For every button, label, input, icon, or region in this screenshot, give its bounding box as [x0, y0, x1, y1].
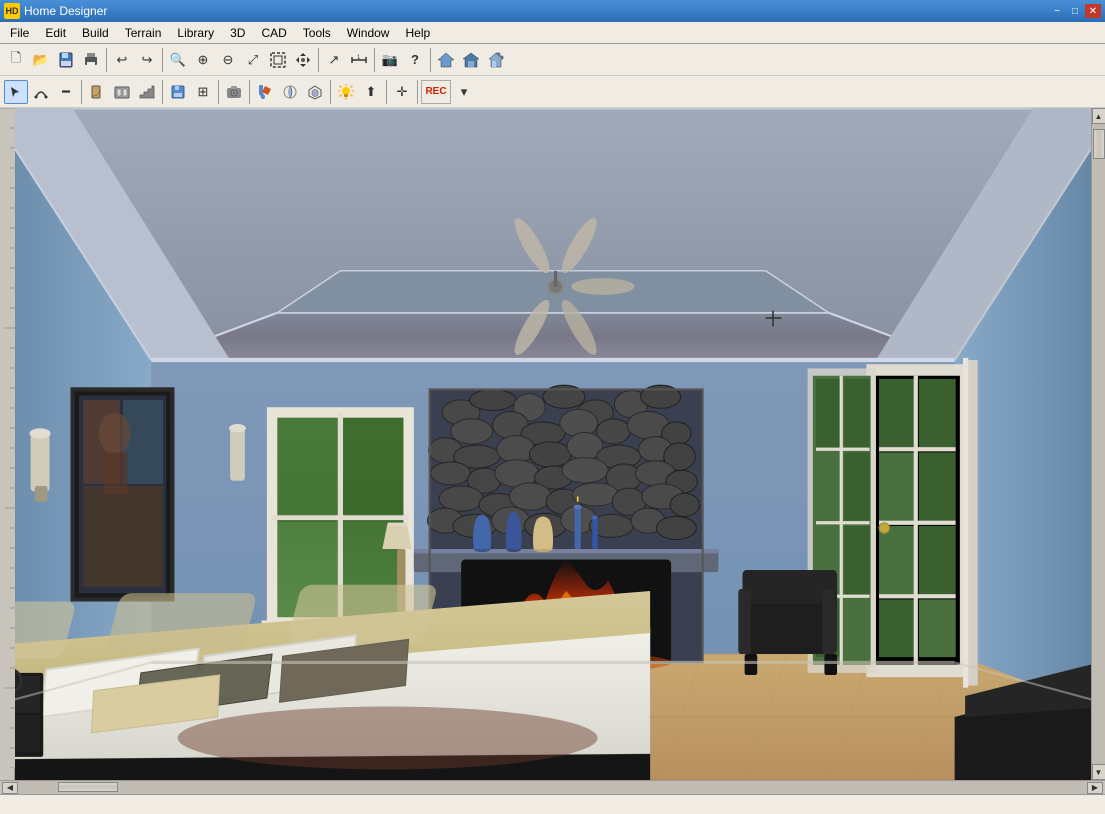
separator: [330, 80, 331, 104]
scroll-right-arrow[interactable]: ▶: [1087, 782, 1103, 794]
camera-button[interactable]: 📷: [378, 48, 402, 72]
main-area: ▲ ▼: [0, 108, 1105, 780]
menu-edit[interactable]: Edit: [37, 22, 74, 43]
camera3-button[interactable]: [222, 80, 246, 104]
window-controls: − □ ✕: [1049, 4, 1101, 18]
hscroll-track[interactable]: [18, 781, 1087, 794]
zoom-fit-button[interactable]: ⤢: [241, 48, 265, 72]
zoom-select-button[interactable]: [266, 48, 290, 72]
viewport[interactable]: [15, 108, 1091, 780]
minimize-button[interactable]: −: [1049, 4, 1065, 18]
house3-button[interactable]: [484, 48, 508, 72]
separator: [249, 80, 250, 104]
toolbar2: ━ ⊞ ⬆ ✛ REC ▾: [0, 76, 1105, 108]
menu-window[interactable]: Window: [339, 22, 398, 43]
arrow-button[interactable]: ↗: [322, 48, 346, 72]
scroll-track[interactable]: [1092, 124, 1105, 764]
separator: [162, 80, 163, 104]
ruler-left: [0, 108, 15, 780]
help-button[interactable]: ?: [403, 48, 427, 72]
material-button[interactable]: [278, 80, 302, 104]
room-scene: [15, 108, 1091, 780]
rec-dropdown[interactable]: ▾: [452, 80, 476, 104]
separator: [374, 48, 375, 72]
grid-button[interactable]: ⊞: [191, 80, 215, 104]
separator: [81, 80, 82, 104]
zoom-in-button[interactable]: ⊕: [191, 48, 215, 72]
scroll-down-arrow[interactable]: ▼: [1092, 764, 1105, 780]
close-button[interactable]: ✕: [1085, 4, 1101, 18]
paint-button[interactable]: [253, 80, 277, 104]
stairs-button[interactable]: [135, 80, 159, 104]
house2-button[interactable]: [459, 48, 483, 72]
menu-3d[interactable]: 3D: [222, 22, 253, 43]
maximize-button[interactable]: □: [1067, 4, 1083, 18]
menu-build[interactable]: Build: [74, 22, 117, 43]
save-button[interactable]: [54, 48, 78, 72]
scroll-left-arrow[interactable]: ◀: [2, 782, 18, 794]
house1-button[interactable]: [434, 48, 458, 72]
hscroll-thumb[interactable]: [58, 782, 118, 792]
print-button[interactable]: [79, 48, 103, 72]
zoom-out-button[interactable]: ⊖: [216, 48, 240, 72]
app-icon: HD: [4, 3, 20, 19]
scroll-thumb[interactable]: [1093, 129, 1105, 159]
save2-button[interactable]: [166, 80, 190, 104]
cabinet-button[interactable]: [110, 80, 134, 104]
open-button[interactable]: 📂: [29, 48, 53, 72]
statusbar: [0, 794, 1105, 814]
measure-button[interactable]: 1: [347, 48, 371, 72]
scroll-up-arrow[interactable]: ▲: [1092, 108, 1105, 124]
arc-button[interactable]: [29, 80, 53, 104]
redo-button[interactable]: ↪: [135, 48, 159, 72]
separator: [318, 48, 319, 72]
zoom-glass-button[interactable]: 🔍: [166, 48, 190, 72]
separator: [417, 80, 418, 104]
pan-button[interactable]: [291, 48, 315, 72]
menu-file[interactable]: File: [2, 22, 37, 43]
menu-library[interactable]: Library: [169, 22, 222, 43]
menu-help[interactable]: Help: [397, 22, 438, 43]
separator: [218, 80, 219, 104]
texture-button[interactable]: [303, 80, 327, 104]
door-button[interactable]: [85, 80, 109, 104]
new-button[interactable]: 🗋: [4, 48, 28, 72]
separator: [162, 48, 163, 72]
menu-tools[interactable]: Tools: [295, 22, 339, 43]
move-button[interactable]: ✛: [390, 80, 414, 104]
title-text: Home Designer: [24, 4, 1049, 18]
menubar: File Edit Build Terrain Library 3D CAD T…: [0, 22, 1105, 44]
separator: [106, 48, 107, 72]
arrow-up-button[interactable]: ⬆: [359, 80, 383, 104]
select-button[interactable]: [4, 80, 28, 104]
scrollbar-bottom[interactable]: ◀ ▶: [0, 780, 1105, 794]
rec-button[interactable]: REC: [421, 80, 451, 104]
light-button[interactable]: [334, 80, 358, 104]
separator: [430, 48, 431, 72]
separator: [386, 80, 387, 104]
menu-terrain[interactable]: Terrain: [117, 22, 170, 43]
toolbar1: 🗋 📂 ↩ ↪ 🔍 ⊕ ⊖ ⤢ ↗ 1 📷 ?: [0, 44, 1105, 76]
scrollbar-right[interactable]: ▲ ▼: [1091, 108, 1105, 780]
wall-button[interactable]: ━: [54, 80, 78, 104]
titlebar: HD Home Designer − □ ✕: [0, 0, 1105, 22]
undo-button[interactable]: ↩: [110, 48, 134, 72]
menu-cad[interactable]: CAD: [253, 22, 294, 43]
